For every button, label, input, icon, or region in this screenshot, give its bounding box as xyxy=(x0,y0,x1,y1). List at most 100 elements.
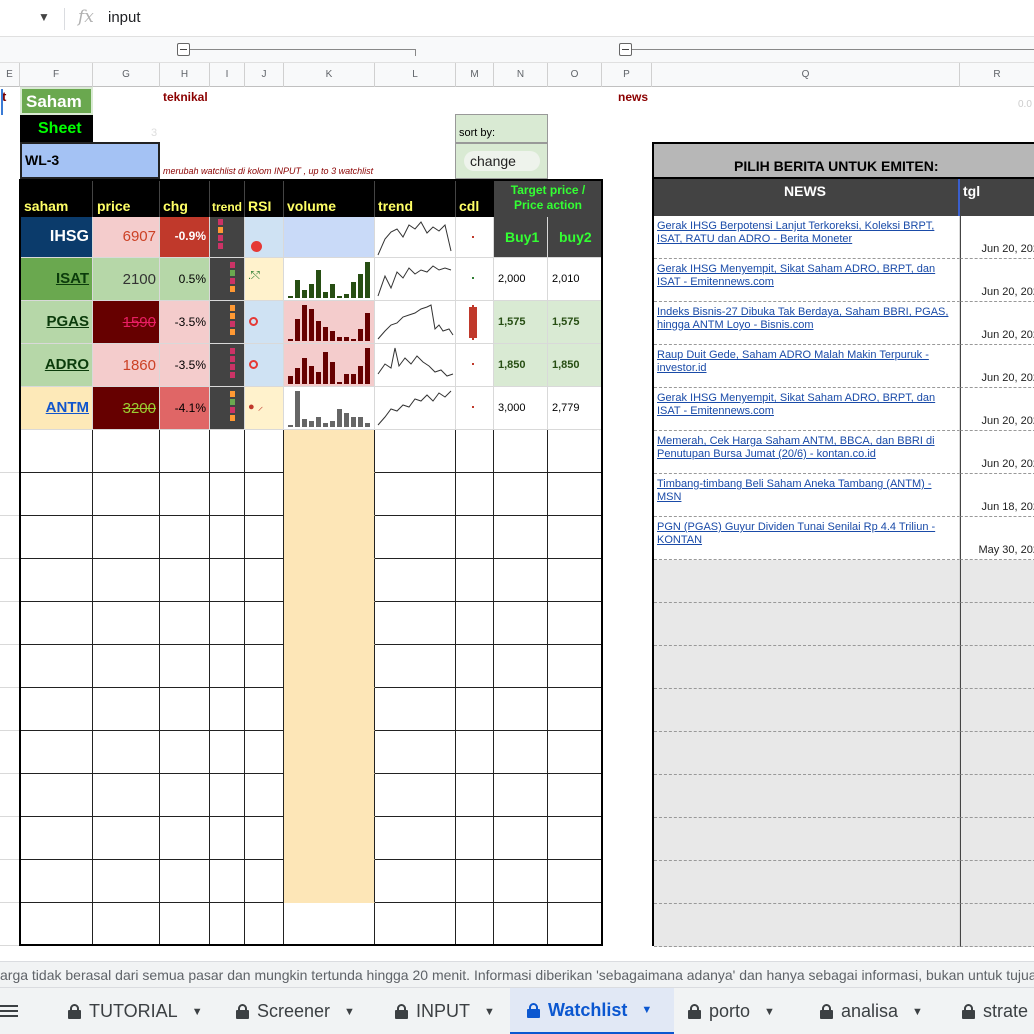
news-row[interactable] xyxy=(654,818,960,861)
ticker-antm[interactable]: ANTM xyxy=(46,399,89,416)
grid-cell[interactable] xyxy=(93,430,160,473)
grid-cell[interactable] xyxy=(456,645,494,688)
volume-empty-cell[interactable] xyxy=(284,817,375,860)
tab-menu-icon[interactable]: ▼ xyxy=(484,1006,495,1018)
news-row[interactable] xyxy=(654,861,960,904)
news-row[interactable] xyxy=(654,560,960,603)
grid-cell[interactable] xyxy=(20,602,93,645)
grid-cell[interactable] xyxy=(160,473,210,516)
grid-cell[interactable] xyxy=(0,903,20,946)
news-row[interactable] xyxy=(654,689,960,732)
grid-cell[interactable] xyxy=(160,559,210,602)
tab-tutorial[interactable]: TUTORIAL ▼ xyxy=(68,988,218,1034)
tab-menu-icon[interactable]: ▼ xyxy=(344,1006,355,1018)
grid-cell[interactable] xyxy=(375,430,456,473)
sort-chip[interactable]: change xyxy=(464,151,540,171)
sort-dropdown[interactable]: change xyxy=(455,143,548,179)
grid-cell[interactable] xyxy=(375,774,456,817)
news-row[interactable] xyxy=(654,646,960,689)
news-row[interactable] xyxy=(654,904,960,947)
news-link[interactable]: Gerak IHSG Berpotensi Lanjut Terkoreksi,… xyxy=(657,220,957,246)
grid-cell[interactable] xyxy=(548,602,602,645)
grid-cell[interactable] xyxy=(93,516,160,559)
volume-empty-cell[interactable] xyxy=(284,903,375,946)
all-sheets-menu-icon[interactable] xyxy=(0,1003,18,1019)
grid-cell[interactable] xyxy=(456,430,494,473)
grid-cell[interactable] xyxy=(494,903,548,946)
grid-cell[interactable] xyxy=(494,602,548,645)
grid-cell[interactable] xyxy=(548,774,602,817)
grid-cell[interactable] xyxy=(494,516,548,559)
column-header[interactable]: J xyxy=(245,63,284,87)
volume-empty-cell[interactable] xyxy=(284,473,375,516)
grid-cell[interactable] xyxy=(210,559,245,602)
ticker-pgas[interactable]: PGAS xyxy=(46,313,89,330)
collapse-group-button[interactable] xyxy=(619,43,632,56)
grid-cell[interactable] xyxy=(160,645,210,688)
grid-cell[interactable] xyxy=(375,860,456,903)
volume-empty-cell[interactable] xyxy=(284,860,375,903)
grid-cell[interactable] xyxy=(548,645,602,688)
grid-cell[interactable] xyxy=(375,688,456,731)
news-link[interactable]: Timbang-timbang Beli Saham Aneka Tambang… xyxy=(657,478,957,504)
grid-cell[interactable] xyxy=(20,430,93,473)
news-row[interactable]: Gerak IHSG Menyempit, Sikat Saham ADRO, … xyxy=(654,388,960,431)
tab-screener[interactable]: Screener ▼ xyxy=(236,988,386,1034)
grid-cell[interactable] xyxy=(160,430,210,473)
tab-menu-icon[interactable]: ▼ xyxy=(641,1004,652,1016)
grid-cell[interactable] xyxy=(93,774,160,817)
table-row[interactable]: ISAT xyxy=(20,258,93,301)
column-header[interactable]: F xyxy=(20,63,93,87)
grid-cell[interactable] xyxy=(210,903,245,946)
news-link[interactable]: Indeks Bisnis-27 Dibuka Tak Berdaya, Sah… xyxy=(657,306,957,332)
grid-cell[interactable] xyxy=(0,645,20,688)
grid-cell[interactable] xyxy=(20,559,93,602)
column-header[interactable]: O xyxy=(548,63,602,87)
grid-cell[interactable] xyxy=(93,645,160,688)
grid-cell[interactable] xyxy=(245,817,284,860)
grid-cell[interactable] xyxy=(20,516,93,559)
grid-cell[interactable] xyxy=(375,645,456,688)
grid-cell[interactable] xyxy=(494,731,548,774)
grid-cell[interactable] xyxy=(548,731,602,774)
grid-cell[interactable] xyxy=(210,688,245,731)
grid-cell[interactable] xyxy=(0,602,20,645)
grid-cell[interactable] xyxy=(160,817,210,860)
grid-cell[interactable] xyxy=(93,860,160,903)
grid-cell[interactable] xyxy=(210,645,245,688)
ticker-isat[interactable]: ISAT xyxy=(56,270,89,287)
grid-cell[interactable] xyxy=(548,473,602,516)
news-link[interactable]: Memerah, Cek Harga Saham ANTM, BBCA, dan… xyxy=(657,435,957,461)
grid-cell[interactable] xyxy=(93,903,160,946)
grid-cell[interactable] xyxy=(245,559,284,602)
grid-cell[interactable] xyxy=(93,731,160,774)
table-row[interactable]: PGAS xyxy=(20,301,93,344)
volume-empty-cell[interactable] xyxy=(284,559,375,602)
column-header[interactable]: N xyxy=(494,63,548,87)
grid-cell[interactable] xyxy=(0,860,20,903)
grid-cell[interactable] xyxy=(0,774,20,817)
news-row[interactable] xyxy=(654,603,960,646)
tab-menu-icon[interactable]: ▼ xyxy=(912,1006,923,1018)
grid-cell[interactable] xyxy=(210,774,245,817)
grid-cell[interactable] xyxy=(456,602,494,645)
table-row[interactable]: IHSG xyxy=(20,217,93,258)
grid-cell[interactable] xyxy=(494,688,548,731)
news-row[interactable]: Gerak IHSG Menyempit, Sikat Saham ADRO, … xyxy=(654,259,960,302)
volume-empty-cell[interactable] xyxy=(284,731,375,774)
volume-empty-cell[interactable] xyxy=(284,645,375,688)
news-row[interactable]: Timbang-timbang Beli Saham Aneka Tambang… xyxy=(654,474,960,517)
grid-cell[interactable] xyxy=(0,473,20,516)
grid-cell[interactable] xyxy=(456,473,494,516)
grid-cell[interactable] xyxy=(20,688,93,731)
volume-empty-cell[interactable] xyxy=(284,430,375,473)
grid-cell[interactable] xyxy=(456,731,494,774)
grid-cell[interactable] xyxy=(456,860,494,903)
grid-cell[interactable] xyxy=(456,774,494,817)
grid-cell[interactable] xyxy=(375,903,456,946)
grid-cell[interactable] xyxy=(375,516,456,559)
news-row[interactable]: Indeks Bisnis-27 Dibuka Tak Berdaya, Sah… xyxy=(654,302,960,345)
grid-cell[interactable] xyxy=(548,817,602,860)
grid-cell[interactable] xyxy=(245,860,284,903)
column-header[interactable]: G xyxy=(93,63,160,87)
